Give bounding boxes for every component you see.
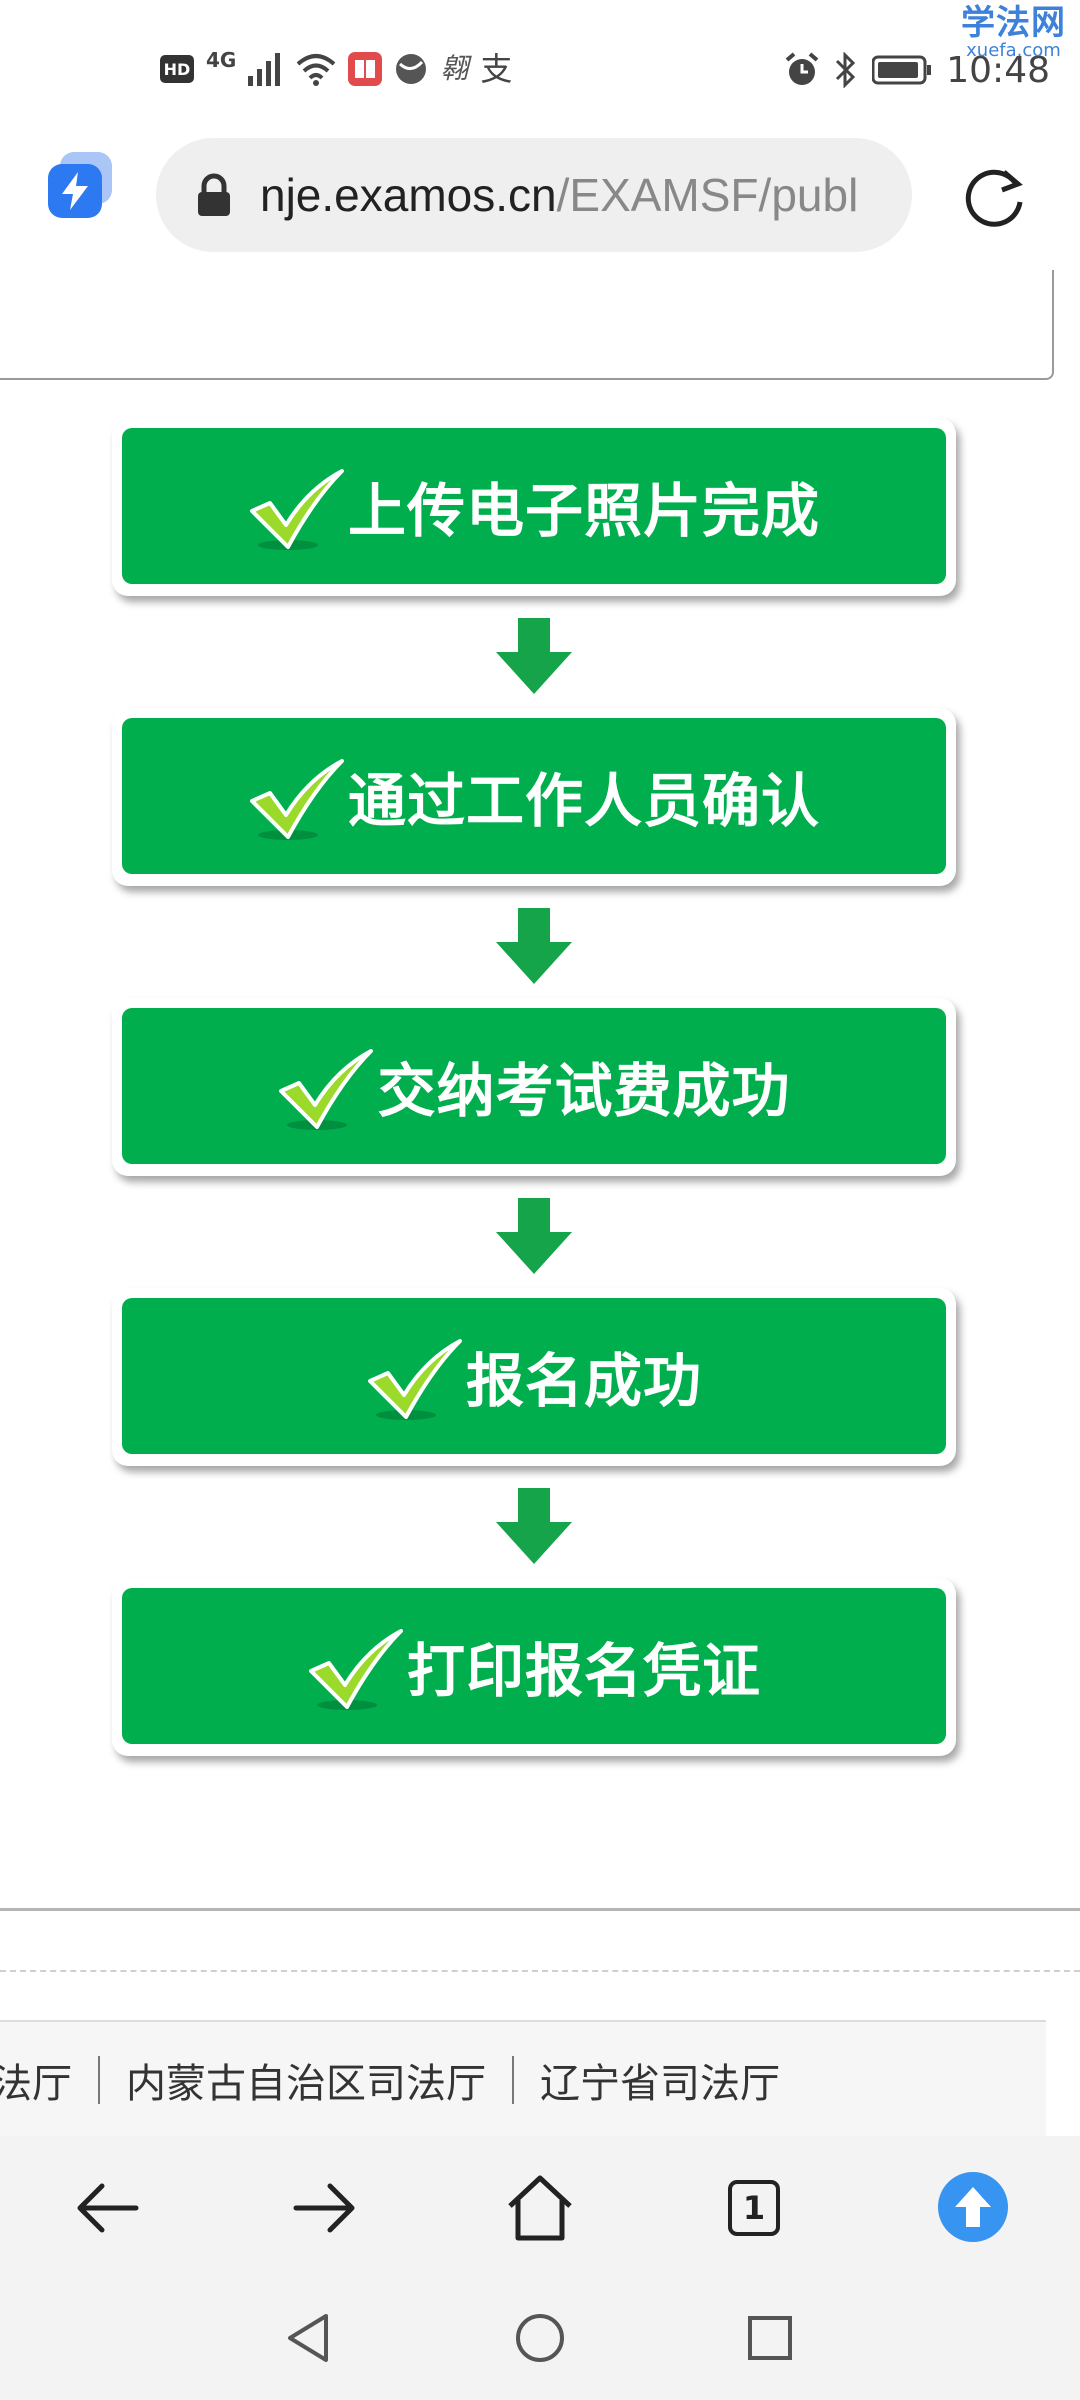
book-app-icon: [348, 52, 383, 86]
reload-icon[interactable]: [958, 158, 1032, 232]
bluetooth-icon: [836, 52, 856, 88]
arrow-down-icon: [496, 618, 572, 694]
footer-separator: [98, 2056, 100, 2104]
check-icon: [249, 759, 344, 840]
print-registration-certificate-button[interactable]: 打印报名凭证: [112, 1578, 956, 1756]
footer-links-bar: 司法厅 内蒙古自治区司法厅 辽宁省司法厅: [0, 2020, 1046, 2138]
arrow-down-icon: [496, 1488, 572, 1564]
wifi-icon: [297, 54, 336, 86]
system-back-icon[interactable]: [282, 2310, 338, 2366]
step-label: 上传电子照片完成: [347, 477, 820, 545]
arrow-up-icon: [955, 2187, 991, 2227]
status-bar: HD 4G 翱 支 10:48 学法网 xuefa.com: [0, 0, 1080, 130]
check-icon: [367, 1339, 462, 1420]
check-icon: [308, 1629, 403, 1710]
arrow-down-icon: [496, 908, 572, 984]
footer-separator: [512, 2056, 514, 2104]
info-card-bottom-edge: [0, 270, 1054, 380]
system-recents-icon[interactable]: [742, 2310, 798, 2366]
upload-arrow-button[interactable]: [938, 2172, 1008, 2242]
home-icon[interactable]: [504, 2172, 576, 2244]
address-bar[interactable]: nje.examos.cn/EXAMSF/publ: [156, 138, 912, 252]
network-type: 4G: [206, 48, 237, 72]
step-label: 交纳考试费成功: [377, 1057, 791, 1125]
footer-link-inner-mongolia[interactable]: 内蒙古自治区司法厅: [126, 2051, 486, 2109]
tab-count-button[interactable]: 1: [728, 2180, 780, 2236]
arrow-down-icon: [496, 1198, 572, 1274]
check-icon: [279, 1049, 374, 1130]
footer-link-liaoning[interactable]: 辽宁省司法厅: [540, 2051, 780, 2109]
xuefa-watermark: 学法网 xuefa.com: [961, 3, 1066, 61]
globe-app-icon: [396, 54, 427, 84]
lock-icon: [198, 173, 230, 216]
url-host: nje.examos.cn: [260, 169, 557, 221]
cellular-signal-icon: [248, 53, 281, 86]
status-left-icons: HD 4G 翱 支: [160, 44, 512, 94]
step-staff-confirm: 通过工作人员确认: [112, 708, 956, 886]
alarm-icon: [785, 52, 819, 85]
app-notification-glyph: 翱: [440, 52, 469, 85]
step-upload-photo: 上传电子照片完成: [112, 418, 956, 596]
footer-link-justice-dept[interactable]: 司法厅: [0, 2051, 72, 2109]
step-label: 报名成功: [465, 1347, 702, 1415]
dashed-divider: [0, 1970, 1080, 1972]
step-label: 打印报名凭证: [406, 1637, 761, 1705]
forward-arrow-icon[interactable]: [288, 2172, 360, 2244]
step-label: 通过工作人员确认: [347, 767, 820, 835]
url-path: /EXAMSF/publ: [556, 169, 859, 221]
url-text: nje.examos.cn/EXAMSF/publ: [260, 168, 858, 222]
step-pay-exam-fee: 交纳考试费成功: [112, 998, 956, 1176]
hd-badge: HD: [160, 55, 194, 83]
section-divider: [0, 1908, 1080, 1911]
system-home-icon[interactable]: [512, 2310, 568, 2366]
step-registration-success: 报名成功: [112, 1288, 956, 1466]
check-icon: [249, 469, 344, 550]
alipay-glyph: 支: [480, 50, 513, 88]
back-arrow-icon[interactable]: [72, 2172, 144, 2244]
speed-mode-icon[interactable]: [48, 152, 112, 218]
battery-icon: [872, 55, 932, 85]
